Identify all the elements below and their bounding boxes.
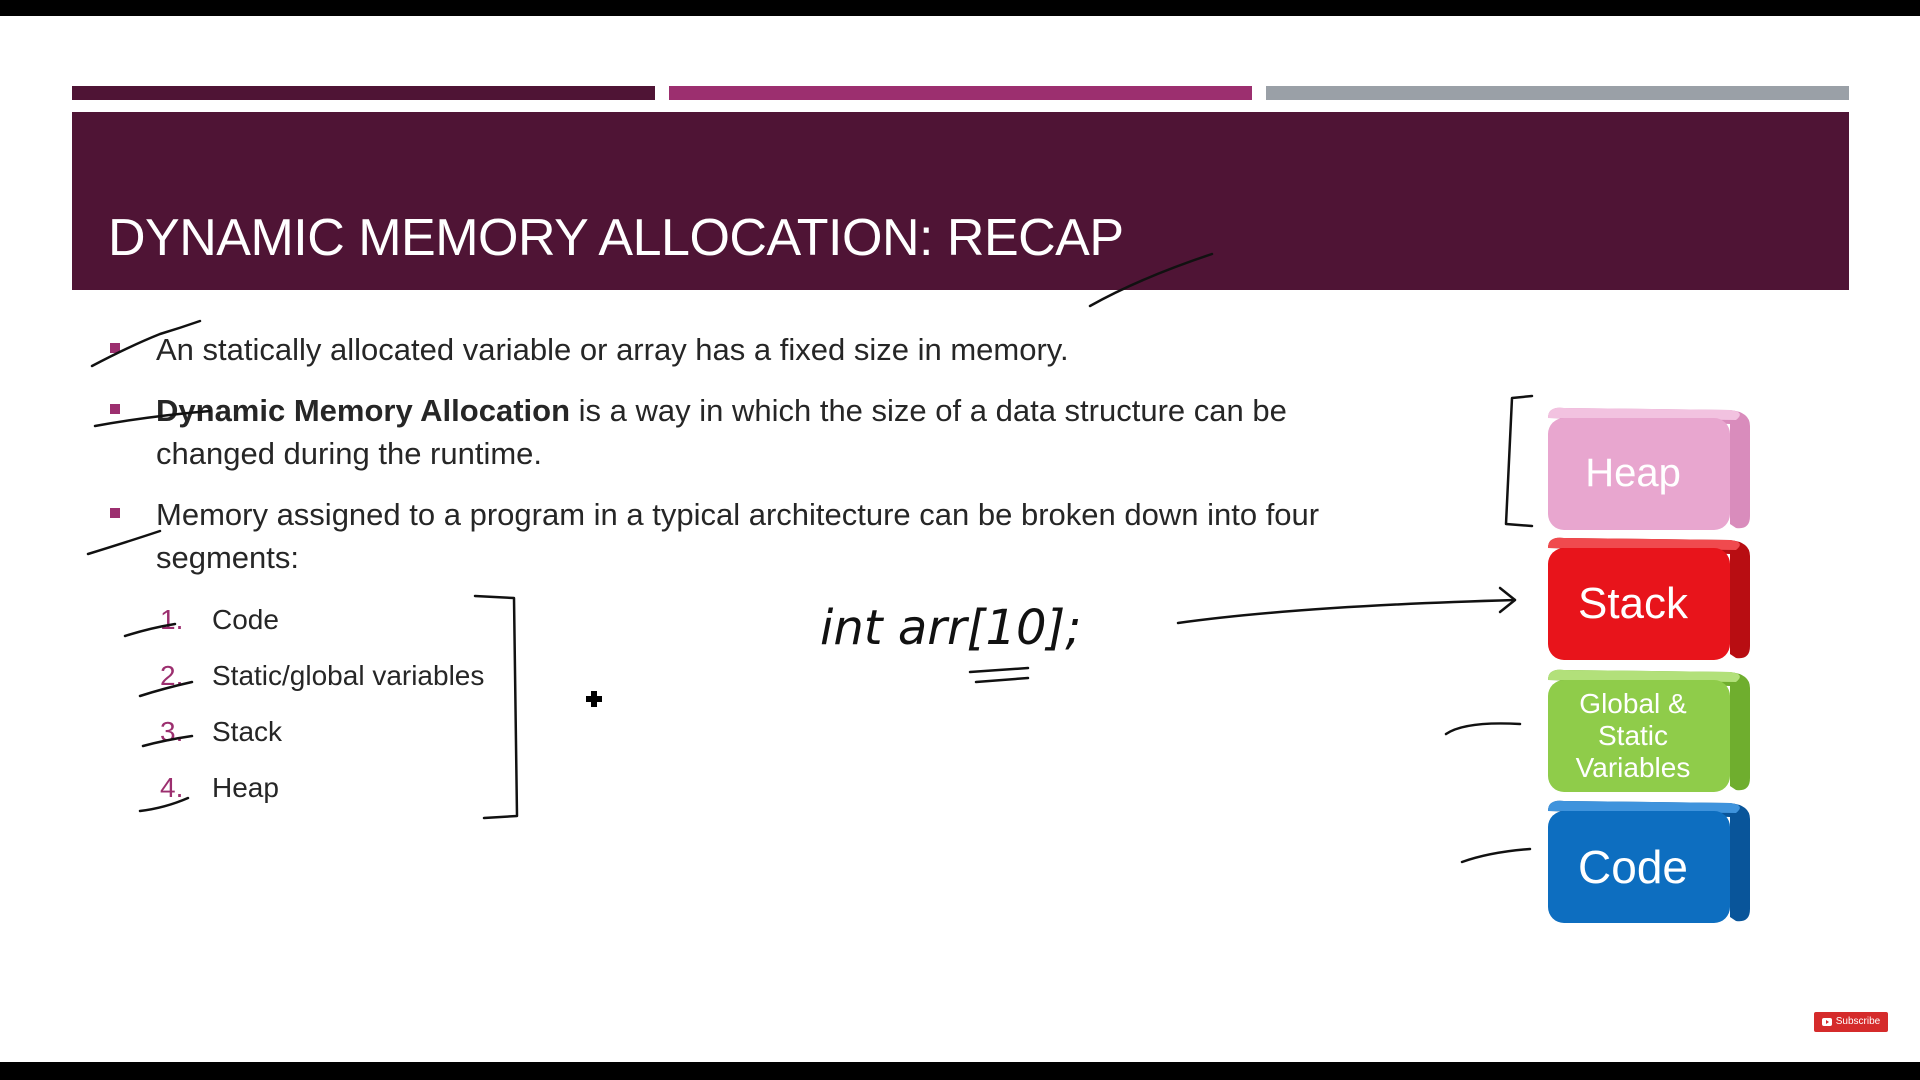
youtube-play-icon	[1821, 1018, 1832, 1026]
heap-bracket	[1504, 394, 1534, 528]
bullet-square-icon	[110, 343, 120, 353]
segment-item-code: 1. Code	[160, 600, 279, 640]
bullet-bold-term: Dynamic Memory Allocation	[156, 393, 571, 428]
handwritten-code-text: int arr[10];	[820, 600, 1081, 656]
segment-number: 3.	[160, 716, 184, 747]
block-label: Code	[1578, 840, 1688, 893]
move-cursor-icon	[586, 691, 602, 707]
bullet-static-allocation: An statically allocated variable or arra…	[110, 328, 1360, 371]
pointer-arrow-line	[1176, 598, 1517, 625]
top-accent-bar-gray	[1266, 86, 1849, 100]
memory-block-code: Code	[1540, 789, 1760, 924]
segment-item-static-global: 2. Static/global variables	[160, 656, 484, 696]
memory-layout-diagram: Heap Stack Global & Static Variables Cod…	[1540, 396, 1760, 956]
memory-block-stack: Stack	[1540, 526, 1760, 661]
code-underline-2	[974, 676, 1030, 684]
segment-item-heap: 4. Heap	[160, 768, 279, 808]
segments-bracket	[473, 594, 519, 820]
segment-label: Stack	[212, 716, 283, 747]
slide: DYNAMIC MEMORY ALLOCATION: RECAP An stat…	[0, 16, 1920, 1062]
checkmark-code-block	[1460, 847, 1532, 864]
pointer-arrow-head	[1498, 586, 1517, 614]
bullet-text: Dynamic Memory Allocation is a way in wh…	[156, 389, 1360, 475]
block-label: Stack	[1577, 578, 1689, 628]
bullet-text: An statically allocated variable or arra…	[156, 332, 1069, 367]
segment-number: 4.	[160, 772, 184, 803]
block-label: Global & Static Variables	[1575, 687, 1691, 783]
bullet-memory-segments: Memory assigned to a program in a typica…	[110, 493, 1360, 579]
code-underline-1	[968, 666, 1030, 674]
subscribe-label: Subscribe	[1835, 1016, 1881, 1027]
segment-label: Heap	[212, 772, 279, 803]
segment-item-stack: 3. Stack	[160, 712, 282, 752]
bullet-text: Memory assigned to a program in a typica…	[156, 497, 1320, 575]
segment-number: 1.	[160, 604, 184, 635]
slide-title: DYNAMIC MEMORY ALLOCATION: RECAP	[108, 209, 1124, 267]
bullet-square-icon	[110, 404, 120, 414]
checkmark-global-block	[1444, 722, 1522, 736]
subscribe-button[interactable]: Subscribe	[1814, 1012, 1888, 1032]
bullet-square-icon	[110, 508, 120, 518]
memory-block-global-static: Global & Static Variables	[1540, 658, 1760, 793]
bullet-dynamic-allocation: Dynamic Memory Allocation is a way in wh…	[110, 389, 1360, 475]
title-band: DYNAMIC MEMORY ALLOCATION: RECAP	[72, 112, 1849, 290]
segment-label: Code	[212, 604, 279, 635]
top-accent-bar-dark	[72, 86, 655, 100]
segment-label: Static/global variables	[212, 660, 485, 691]
top-accent-bar-magenta	[669, 86, 1252, 100]
segment-number: 2.	[160, 660, 184, 691]
memory-block-heap: Heap	[1540, 396, 1760, 531]
block-label: Heap	[1585, 451, 1681, 495]
